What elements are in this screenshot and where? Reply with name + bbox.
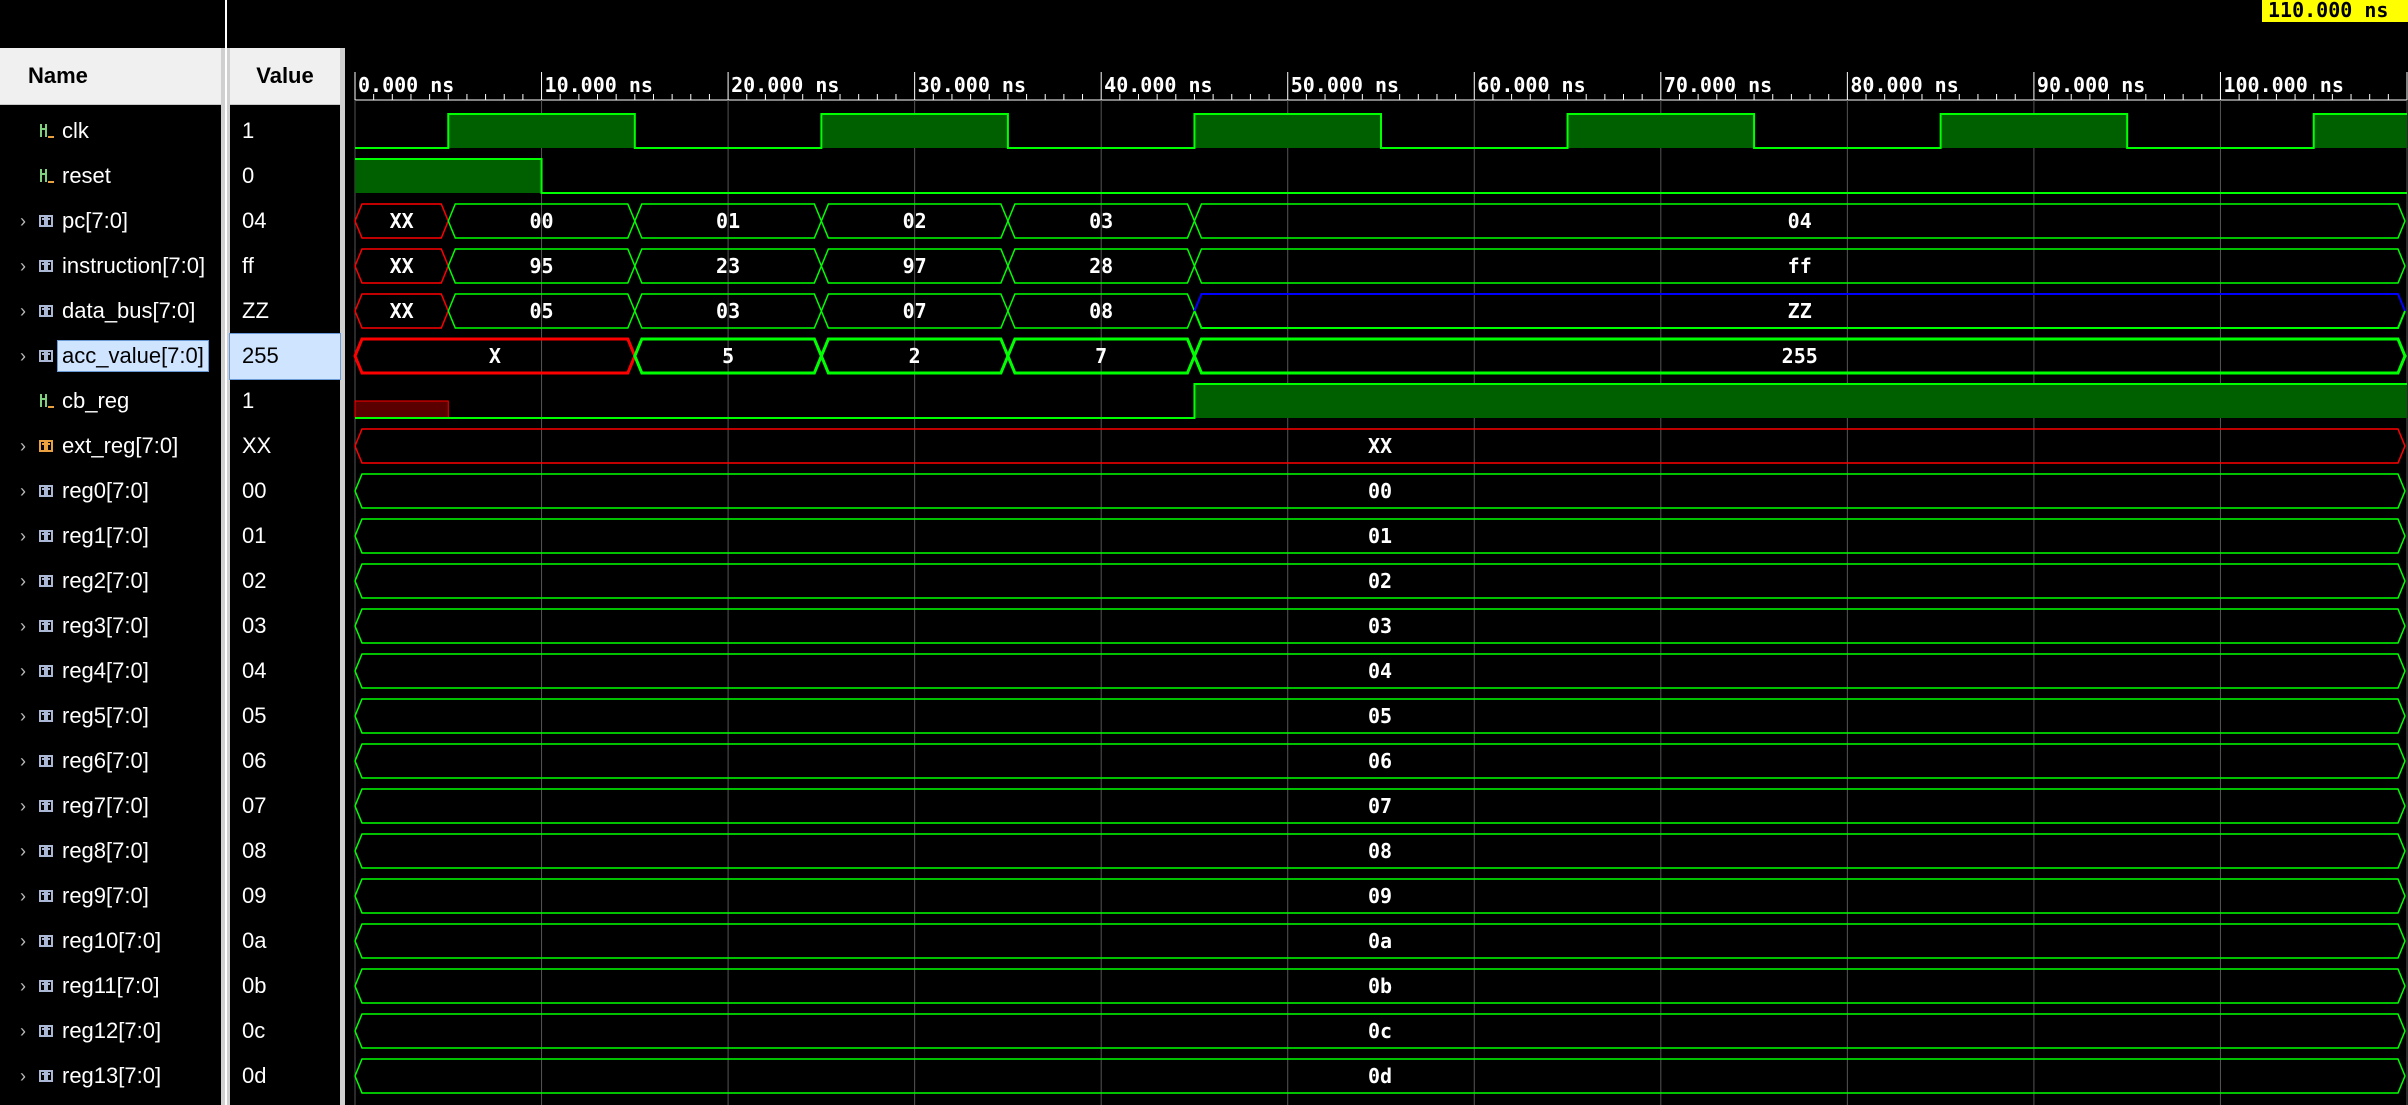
bus-value-label: 01 [1368, 524, 1392, 548]
time-tick-label: 10.000 ns [545, 73, 653, 97]
bus-value-label: 03 [1368, 614, 1392, 638]
bus-value-label: 07 [903, 299, 927, 323]
bus-value-label: 95 [529, 254, 553, 278]
bus-value-label: 05 [1368, 704, 1392, 728]
clock-high-fill [1194, 114, 1381, 148]
time-tick-label: 80.000 ns [1850, 73, 1958, 97]
bus-value-label: 09 [1368, 884, 1392, 908]
bus-value-label: 08 [1368, 839, 1392, 863]
waveform-reset[interactable] [355, 158, 2407, 194]
bus-value-label: 03 [716, 299, 740, 323]
bus-value-label: 01 [716, 209, 740, 233]
waveform-reg6[interactable]: 06 [354, 743, 2406, 779]
bus-value-label: 00 [529, 209, 553, 233]
waveform-reg12[interactable]: 0c [354, 1013, 2406, 1049]
bus-value-label: 06 [1368, 749, 1392, 773]
bit-high-fill [355, 159, 542, 193]
time-tick-label: 40.000 ns [1104, 73, 1212, 97]
time-ruler[interactable]: 0.000 ns 10.000 ns 20.000 ns 30.000 ns 40.00… [354, 72, 2408, 101]
waveform-reg1[interactable]: 01 [354, 518, 2406, 554]
bit-high-fill [1194, 384, 2407, 418]
bus-value-label: 02 [903, 209, 927, 233]
bus-value-label: 2 [909, 344, 921, 368]
clock-high-fill [448, 114, 635, 148]
cursor-time-label: 110.000 ns [2268, 0, 2388, 22]
bus-value-label: ff [1788, 254, 1812, 278]
bus-value-label: 0c [1368, 1019, 1392, 1043]
bus-value-label: 5 [722, 344, 734, 368]
cursor-time-marker[interactable]: 110.000 ns [2262, 0, 2408, 22]
bus-value-label: 0a [1368, 929, 1392, 953]
grid-lines [354, 100, 2408, 1105]
waveform-pc[interactable]: XX 00 01 02 03 04 [354, 203, 2406, 239]
clock-high-fill [2313, 114, 2407, 148]
bus-value-label: 07 [1368, 794, 1392, 818]
bus-value-label: 00 [1368, 479, 1392, 503]
waveform-reg5[interactable]: 05 [354, 698, 2406, 734]
bus-value-label: 03 [1089, 209, 1113, 233]
waveform-data_bus[interactable]: XX 05 03 07 08 ZZ [354, 293, 2406, 329]
waveform-ext_reg[interactable]: XX [354, 428, 2406, 464]
clock-high-fill [1567, 114, 1755, 148]
waveform-reg9[interactable]: 09 [354, 878, 2406, 914]
waveform-reg0[interactable]: 00 [354, 473, 2406, 509]
waveform-reg3[interactable]: 03 [354, 608, 2406, 644]
bus-value-label: 0d [1368, 1064, 1392, 1088]
bus-value-label: 04 [1788, 209, 1812, 233]
waveform-clk[interactable] [355, 113, 2407, 149]
time-tick-label: 0.000 ns [358, 73, 454, 97]
bus-value-label: 04 [1368, 659, 1392, 683]
bus-value-label: 97 [903, 254, 927, 278]
bus-value-label: 255 [1782, 344, 1818, 368]
bus-value-label: 0b [1368, 974, 1392, 998]
bus-value-label: XX [390, 209, 414, 233]
clock-high-fill [1940, 114, 2128, 148]
waveform-reg8[interactable]: 08 [354, 833, 2406, 869]
bus-value-label: XX [390, 254, 414, 278]
clock-high-fill [821, 114, 1008, 148]
time-tick-label: 100.000 ns [2223, 73, 2343, 97]
waveform-reg10[interactable]: 0a [354, 923, 2406, 959]
bus-value-label: 28 [1089, 254, 1113, 278]
time-tick-label: 70.000 ns [1664, 73, 1772, 97]
time-tick-label: 20.000 ns [731, 73, 839, 97]
bus-value-label: XX [390, 299, 414, 323]
bus-value-label: 02 [1368, 569, 1392, 593]
waveform-viewer[interactable]: 0.000 ns 10.000 ns 20.000 ns 30.000 ns 40.00… [0, 0, 2408, 1105]
bit-undefined-fill [354, 400, 449, 419]
bit-trace [355, 158, 2407, 194]
waveform-acc_value[interactable]: X 5 2 7 255 [353, 337, 2407, 375]
bus-value-label: ZZ [1788, 299, 1812, 323]
time-tick-label: 60.000 ns [1477, 73, 1585, 97]
time-tick-label: 30.000 ns [918, 73, 1026, 97]
waveform-reg2[interactable]: 02 [354, 563, 2406, 599]
waveform-reg4[interactable]: 04 [354, 653, 2406, 689]
bus-value-label: X [489, 344, 501, 368]
bus-value-label: 05 [529, 299, 553, 323]
time-tick-label: 90.000 ns [2037, 73, 2145, 97]
waveform-instruction[interactable]: XX 95 23 97 28 ff [354, 248, 2406, 284]
bus-value-label: XX [1368, 434, 1392, 458]
waveform-reg13[interactable]: 0d [354, 1058, 2406, 1094]
bus-value-label: 7 [1095, 344, 1107, 368]
waveform-reg11[interactable]: 0b [354, 968, 2406, 1004]
bus-value-label: 23 [716, 254, 740, 278]
time-tick-label: 50.000 ns [1291, 73, 1399, 97]
waveform-cb_reg[interactable] [354, 383, 2407, 419]
bus-value-label: 08 [1089, 299, 1113, 323]
waveform-reg7[interactable]: 07 [354, 788, 2406, 824]
